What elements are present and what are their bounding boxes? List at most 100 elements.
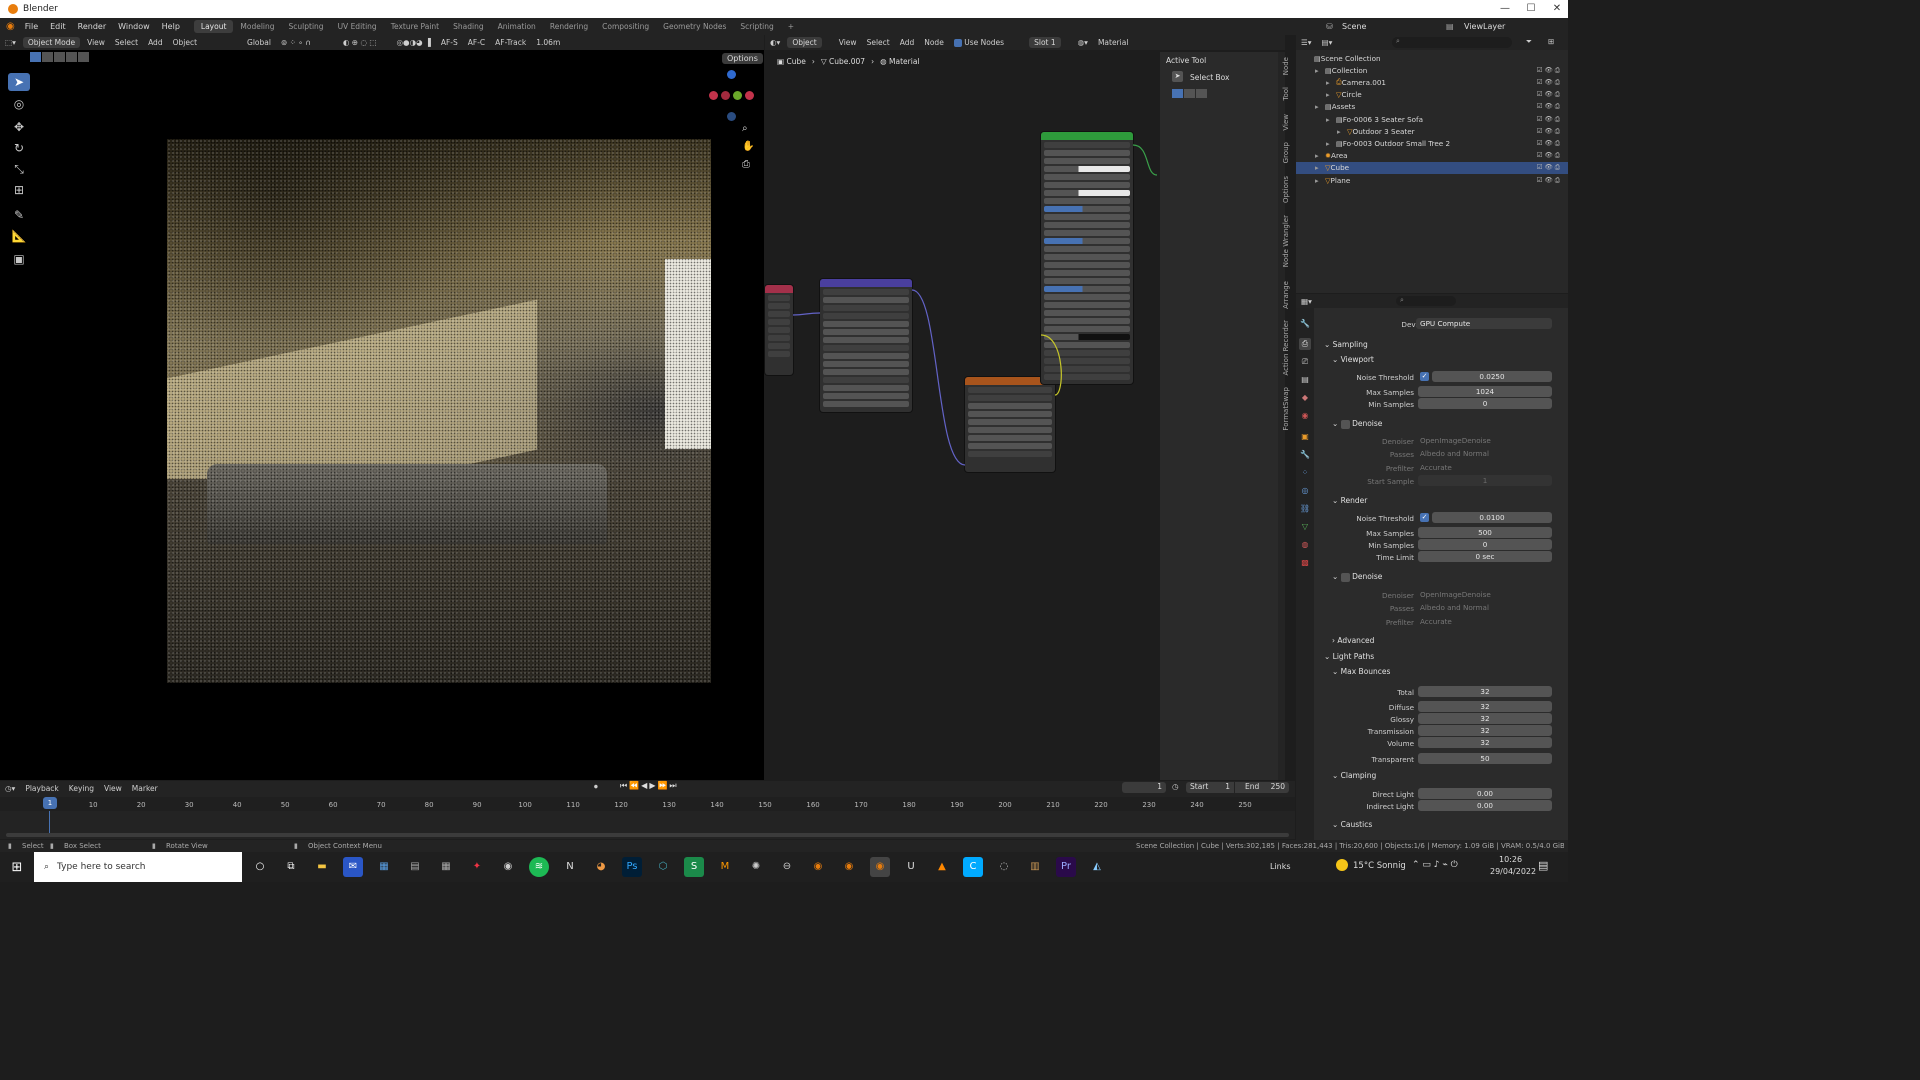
menu-render[interactable]: Render [72,22,112,31]
outliner-row[interactable]: ▸ ⎙ Camera.001 ☑ 👁 ⎙ [1296,76,1568,88]
bounce-field[interactable]: 50 [1418,753,1552,764]
expand-toggle-icon[interactable]: ▸ [1315,163,1325,172]
playhead-indicator[interactable]: 1 [43,797,57,809]
workspace-tab-animation[interactable]: Animation [491,20,543,33]
active-tool-header[interactable]: Active Tool [1166,56,1206,65]
navigation-gizmo[interactable] [706,70,756,121]
gizmo-neg-x-icon[interactable] [709,91,718,100]
outliner-display-mode-icon[interactable]: ▤▾ [1317,38,1338,47]
bounce-field[interactable]: 32 [1418,737,1552,748]
node-select-mode-new-icon[interactable] [1172,89,1183,98]
sidebar-tab-tool[interactable]: Tool [1282,87,1290,101]
app-icon-26[interactable]: ◭ [1087,857,1107,877]
spotify-icon[interactable]: ≋ [529,857,549,877]
viewport-noise-checkbox[interactable]: ✓ [1420,372,1429,381]
properties-editor-type-icon[interactable]: ▦▾ [1296,297,1317,306]
device-dropdown[interactable]: GPU Compute [1416,318,1552,329]
scale-tool-icon[interactable]: ⤡ [8,160,30,178]
visibility-toggle-icon[interactable]: ☑ 👁 ⎙ [1537,151,1560,160]
sidebar-tab-view[interactable]: View [1282,114,1290,131]
distance-value[interactable]: 1.06m [531,38,565,47]
annotate-tool-icon[interactable]: ✎ [8,206,30,224]
visibility-toggle-icon[interactable]: ☑ 👁 ⎙ [1537,163,1560,172]
properties-search-input[interactable]: ⌕ [1396,296,1456,306]
menu-help[interactable]: Help [156,22,186,31]
light-paths-section-header[interactable]: ⌄ Light Paths [1324,652,1374,661]
constraints-properties-icon[interactable]: ⛓ [1299,503,1311,515]
camera-view-icon[interactable]: ⎙ [742,159,750,170]
unreal-icon[interactable]: U [901,857,921,877]
data-properties-icon[interactable]: ▽ [1299,521,1311,533]
sidebar-tab-action-recorder[interactable]: Action Recorder [1282,320,1290,376]
outliner-filter-icon[interactable]: ⏷ [1526,37,1532,47]
zoom-icon[interactable]: ⌕ [742,123,748,134]
menu-file[interactable]: File [19,22,44,31]
render-max-samples-field[interactable]: 500 [1418,527,1552,538]
outliner-row[interactable]: ▸ ▤ Collection ☑ 👁 ⎙ [1296,64,1568,76]
vlc-icon[interactable]: ▲ [932,857,952,877]
time-limit-field[interactable]: 0 sec [1418,551,1552,562]
app-icon-22[interactable]: C [963,857,983,877]
scene-name[interactable]: Scene [1342,22,1366,31]
taskbar-links[interactable]: Links [1270,862,1291,871]
workspace-tab-uv-editing[interactable]: UV Editing [331,20,384,33]
pan-hand-icon[interactable]: ✋ [742,141,754,152]
expand-toggle-icon[interactable]: ▸ [1326,115,1336,124]
timeline-menu-playback[interactable]: Playback [20,784,63,793]
render-denoise-header[interactable]: ⌄ Denoise [1332,572,1382,582]
3d-viewport[interactable]: ⬚▾ Object Mode View Select Add Object Gl… [0,35,764,780]
object-properties-icon[interactable]: ▣ [1299,431,1311,443]
gizmo-y-axis-icon[interactable] [733,91,742,100]
app-icon-14[interactable]: M [715,857,735,877]
sidebar-tab-options[interactable]: Options [1282,176,1290,203]
timeline-scrollbar[interactable] [6,833,1289,837]
minimize-button[interactable]: — [1492,0,1518,18]
add-workspace-button[interactable]: + [781,20,801,33]
system-tray-icons[interactable]: ⌃ ▭ ♪ ⌁ ⏻ [1412,860,1458,870]
particles-properties-icon[interactable]: ⁘ [1299,467,1311,479]
transform-orientation[interactable]: Global [242,38,276,47]
material-properties-icon[interactable]: ◍ [1299,539,1311,551]
viewport-denoise-checkbox[interactable] [1340,419,1350,429]
expand-toggle-icon[interactable]: ▸ [1315,102,1325,111]
photoshop-icon[interactable]: Ps [622,857,642,877]
app-icon-9[interactable]: N [560,857,580,877]
texture-properties-icon[interactable]: ▩ [1299,557,1311,569]
outliner-row[interactable]: ▸ ▤ Fo-0006 3 Seater Sofa ☑ 👁 ⎙ [1296,113,1568,125]
clock-time[interactable]: 10:26 [1499,855,1522,864]
bounce-field[interactable]: 32 [1418,701,1552,712]
maximize-button[interactable]: ☐ [1518,0,1544,18]
indirect-light-field[interactable]: 0.00 [1418,800,1552,811]
select-mode-subtract-icon[interactable] [54,52,65,62]
timeline-menu-marker[interactable]: Marker [127,784,163,793]
viewport-menu-object[interactable]: Object [168,38,202,47]
timeline-ruler[interactable]: 10 20 30 40 50 60 70 80 90 100 110 120 130 140 150 160 1… [0,797,1295,811]
blender-taskbar-icon-1[interactable]: ◉ [808,857,828,877]
blender-taskbar-icon-active[interactable]: ◉ [870,857,890,877]
visibility-toggle-icon[interactable]: ☑ 👁 ⎙ [1537,66,1560,75]
app-icon-15[interactable]: ✺ [746,857,766,877]
modifier-properties-icon[interactable]: 🔧 [1299,449,1311,461]
visibility-toggle-icon[interactable]: ☑ 👁 ⎙ [1537,78,1560,87]
expand-toggle-icon[interactable]: ▸ [1337,127,1347,136]
visibility-toggle-icon[interactable]: ☑ 👁 ⎙ [1537,176,1560,185]
timeline-menu-keying[interactable]: Keying [64,784,99,793]
direct-light-field[interactable]: 0.00 [1418,788,1552,799]
close-button[interactable]: ✕ [1544,0,1570,18]
outliner-editor-type-icon[interactable]: ☰▾ [1296,38,1317,47]
render-subsection-header[interactable]: ⌄ Render [1332,496,1367,505]
app-icon-16[interactable]: ⊖ [777,857,797,877]
outliner-search-input[interactable]: ⌕ [1392,37,1512,48]
caustics-subsection-header[interactable]: ⌄ Caustics [1332,820,1372,829]
viewport-denoiser-field[interactable]: OpenImageDenoise [1420,435,1552,446]
sampling-section-header[interactable]: ⌄ Sampling [1324,340,1368,349]
node-select-mode-subtract-icon[interactable] [1196,89,1207,98]
blender-taskbar-icon-2[interactable]: ◉ [839,857,859,877]
timeline-menu-view[interactable]: View [99,784,127,793]
taskbar-search-box[interactable]: ⌕ Type here to search [34,852,242,882]
blender-menu-icon[interactable]: ◉ [6,21,15,32]
select-mode-new-icon[interactable] [30,52,41,62]
bounce-field[interactable]: 32 [1418,686,1552,697]
sidebar-tab-arrange[interactable]: Arrange [1282,281,1290,309]
node-select-mode-extend-icon[interactable] [1184,89,1195,98]
